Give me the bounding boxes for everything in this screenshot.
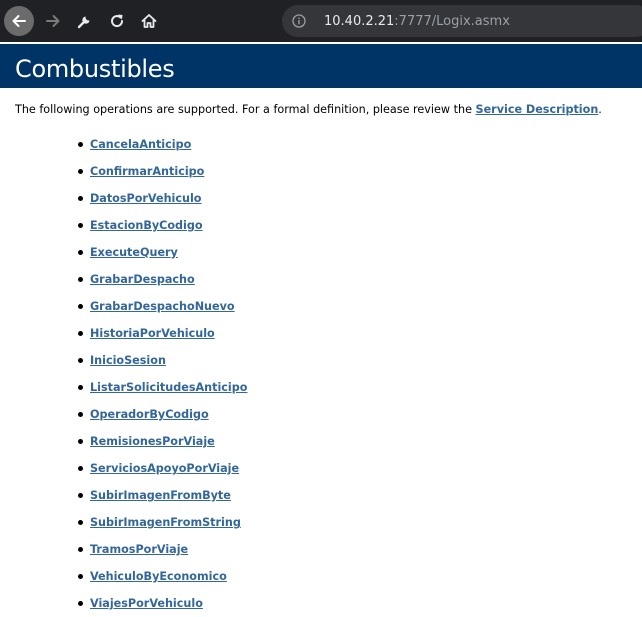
service-description-link[interactable]: Service Description [476, 103, 599, 116]
bullet-icon [78, 358, 83, 363]
bullet-icon [78, 331, 83, 336]
url-path: :7777/Logix.asmx [394, 13, 510, 29]
operation-item: ExecuteQuery [78, 239, 247, 266]
operation-item: TramosPorViaje [78, 536, 247, 563]
operation-item: EstacionByCodigo [78, 212, 247, 239]
operation-link[interactable]: EstacionByCodigo [90, 219, 203, 232]
operation-item: ListarSolicitudesAnticipo [78, 374, 247, 401]
operation-link[interactable]: SubirImagenFromString [90, 516, 241, 529]
operation-item: GrabarDespachoNuevo [78, 293, 247, 320]
bullet-icon [78, 493, 83, 498]
operation-item: GrabarDespacho [78, 266, 247, 293]
page-header: Combustibles [0, 44, 642, 88]
info-icon[interactable] [292, 14, 306, 28]
bullet-icon [78, 223, 83, 228]
page-title: Combustibles [15, 55, 175, 83]
operation-item: OperadorByCodigo [78, 401, 247, 428]
operation-link[interactable]: DatosPorVehiculo [90, 192, 201, 205]
operation-link[interactable]: ViajesPorVehiculo [90, 597, 203, 610]
home-button[interactable] [134, 6, 164, 36]
home-icon [141, 14, 157, 28]
intro-paragraph: The following operations are supported. … [15, 103, 602, 116]
operation-item: ServiciosApoyoPorViaje [78, 455, 247, 482]
operation-item: ConfirmarAnticipo [78, 158, 247, 185]
operation-link[interactable]: ServiciosApoyoPorViaje [90, 462, 239, 475]
operation-link[interactable]: OperadorByCodigo [90, 408, 209, 421]
operation-link[interactable]: CancelaAnticipo [90, 138, 191, 151]
bullet-icon [78, 196, 83, 201]
url-host: 10.40.2.21 [324, 13, 395, 29]
forward-arrow-icon [46, 15, 60, 27]
bullet-icon [78, 520, 83, 525]
bullet-icon [78, 304, 83, 309]
bullet-icon [78, 412, 83, 417]
bullet-icon [78, 439, 83, 444]
browser-toolbar: 10.40.2.21:7777/Logix.asmx [0, 0, 642, 42]
operation-item: VehiculoByEconomico [78, 563, 247, 590]
operation-item: SubirImagenFromByte [78, 482, 247, 509]
operation-link[interactable]: VehiculoByEconomico [90, 570, 227, 583]
reload-icon [111, 14, 124, 28]
operation-link[interactable]: GrabarDespachoNuevo [90, 300, 235, 313]
operations-list: CancelaAnticipo ConfirmarAnticipo DatosPor… [78, 131, 247, 617]
operation-item: InicioSesion [78, 347, 247, 374]
operation-link[interactable]: RemisionesPorViaje [90, 435, 215, 448]
bullet-icon [78, 574, 83, 579]
operation-link[interactable]: HistoriaPorVehiculo [90, 327, 215, 340]
operation-item: ViajesPorVehiculo [78, 590, 247, 617]
wrench-button[interactable] [70, 6, 100, 36]
operation-link[interactable]: GrabarDespacho [90, 273, 195, 286]
bullet-icon [78, 547, 83, 552]
operation-item: SubirImagenFromString [78, 509, 247, 536]
bullet-icon [78, 601, 83, 606]
operation-link[interactable]: TramosPorViaje [90, 543, 188, 556]
operation-link[interactable]: ConfirmarAnticipo [90, 165, 204, 178]
bullet-icon [78, 277, 83, 282]
operation-link[interactable]: InicioSesion [90, 354, 166, 367]
bullet-icon [78, 466, 83, 471]
bullet-icon [78, 142, 83, 147]
operation-item: CancelaAnticipo [78, 131, 247, 158]
bullet-icon [78, 385, 83, 390]
operation-link[interactable]: ExecuteQuery [90, 246, 178, 259]
address-bar[interactable]: 10.40.2.21:7777/Logix.asmx [282, 5, 642, 37]
bullet-icon [78, 169, 83, 174]
operation-link[interactable]: ListarSolicitudesAnticipo [90, 381, 247, 394]
intro-text: The following operations are supported. … [15, 103, 476, 116]
back-button[interactable] [4, 6, 34, 36]
reload-button[interactable] [102, 6, 132, 36]
bullet-icon [78, 250, 83, 255]
wrench-icon [77, 16, 90, 29]
url-text[interactable]: 10.40.2.21:7777/Logix.asmx [324, 14, 510, 29]
operation-link[interactable]: SubirImagenFromByte [90, 489, 231, 502]
operation-item: HistoriaPorVehiculo [78, 320, 247, 347]
forward-button[interactable] [38, 6, 68, 36]
operation-item: RemisionesPorViaje [78, 428, 247, 455]
operation-item: DatosPorVehiculo [78, 185, 247, 212]
intro-end: . [598, 103, 602, 116]
back-arrow-icon [12, 15, 26, 27]
